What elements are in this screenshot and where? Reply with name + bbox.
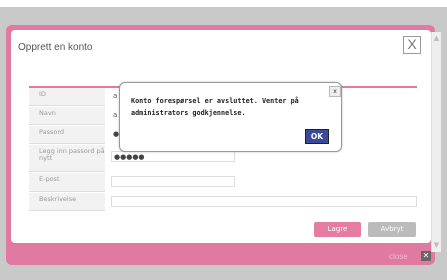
field-label: Legg inn passord på nytt (29, 145, 105, 172)
field-label: Beskrivelse (29, 193, 105, 211)
close-icon[interactable]: x (329, 86, 341, 97)
email-field[interactable] (111, 176, 235, 187)
form-row-email: E-post (29, 173, 417, 192)
field-label: E-post (29, 173, 105, 192)
alert-dialog: Konto forespørsel er avsluttet. Venter p… (119, 82, 342, 152)
description-field[interactable] (111, 196, 417, 207)
field-label: ID (29, 88, 105, 106)
save-button[interactable]: Lagre (314, 222, 361, 237)
dialog-title: Opprett en konto (18, 42, 93, 53)
backdrop (0, 0, 447, 7)
password-repeat-field[interactable]: ●●●●● (111, 151, 235, 162)
scroll-down-icon[interactable]: ▼ (432, 241, 441, 250)
field-label: Navn (29, 107, 105, 125)
scrollbar[interactable]: ▲ ▼ (431, 32, 441, 252)
form-row-description: Beskrivelse (29, 193, 417, 211)
bottom-close-label[interactable]: close (389, 252, 408, 261)
scroll-up-icon[interactable]: ▲ (432, 34, 441, 43)
cancel-button[interactable]: Avbryt (368, 222, 416, 237)
close-icon[interactable]: X (403, 36, 421, 54)
field-label: Passord (29, 126, 105, 144)
ok-button[interactable]: OK (305, 129, 329, 144)
alert-message: Konto forespørsel er avsluttet. Venter p… (131, 97, 299, 117)
close-icon[interactable]: ✕ (421, 251, 431, 261)
